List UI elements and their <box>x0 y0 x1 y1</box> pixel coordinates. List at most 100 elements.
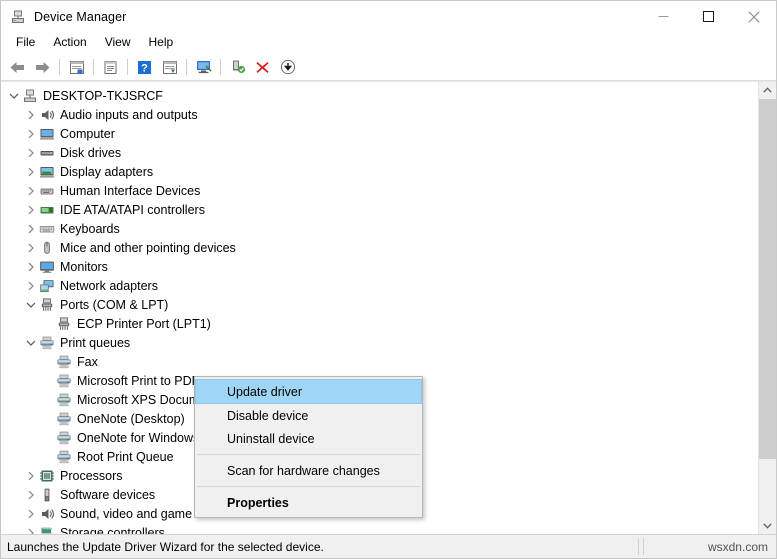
chevron-down-icon[interactable] <box>23 335 39 351</box>
monitor-icon <box>39 259 55 275</box>
ide-controller-icon <box>39 202 55 218</box>
window-controls <box>641 1 776 32</box>
toolbar-separator-5 <box>220 59 221 75</box>
chevron-right-icon[interactable] <box>23 525 39 534</box>
tree-item[interactable]: Print queues <box>1 333 758 352</box>
chevron-right-icon[interactable] <box>23 487 39 503</box>
menu-bar: File Action View Help <box>1 32 776 54</box>
properties-button[interactable] <box>99 56 122 78</box>
chevron-right-icon[interactable] <box>23 145 39 161</box>
tree-item[interactable]: ECP Printer Port (LPT1) <box>1 314 758 333</box>
device-manager-window: Device Manager File Action View Help ? D… <box>0 0 777 559</box>
context-menu[interactable]: Update driver Disable device Uninstall dev… <box>194 376 423 518</box>
title-bar: Device Manager <box>1 1 776 32</box>
tree-item-label: ECP Printer Port (LPT1) <box>77 316 211 331</box>
network-adapter-icon <box>39 278 55 294</box>
context-menu-item[interactable]: Uninstall device <box>196 427 421 450</box>
chevron-right-icon[interactable] <box>23 259 39 275</box>
chevron-right-icon[interactable] <box>23 506 39 522</box>
tree-item[interactable]: Monitors <box>1 257 758 276</box>
chevron-right-icon[interactable] <box>23 107 39 123</box>
menu-help[interactable]: Help <box>140 33 183 53</box>
update-driver-button[interactable] <box>226 56 249 78</box>
scan-hardware-changes-button[interactable] <box>192 56 215 78</box>
context-menu-item[interactable]: Scan for hardware changes <box>196 459 421 482</box>
tree-item[interactable]: Fax <box>1 352 758 371</box>
menu-action[interactable]: Action <box>44 33 95 53</box>
printer-icon <box>56 430 72 446</box>
disk-drive-icon <box>39 145 55 161</box>
menu-view[interactable]: View <box>96 33 140 53</box>
tree-item-label: Storage controllers <box>60 525 165 535</box>
tree-item-label: Keyboards <box>60 221 120 236</box>
chevron-right-icon[interactable] <box>23 183 39 199</box>
toolbar-separator-3 <box>127 59 128 75</box>
back-button[interactable] <box>6 56 29 78</box>
context-menu-item[interactable]: Disable device <box>196 404 421 427</box>
scroll-thumb[interactable] <box>759 99 776 459</box>
tree-item-label: Processors <box>60 468 123 483</box>
tree-item-label: Root Print Queue <box>77 449 174 464</box>
window-title: Device Manager <box>34 9 127 24</box>
chevron-right-icon[interactable] <box>23 126 39 142</box>
tree-item-label: Computer <box>60 126 115 141</box>
mouse-icon <box>39 240 55 256</box>
show-hide-console-tree-button[interactable] <box>65 56 88 78</box>
chevron-right-icon[interactable] <box>23 202 39 218</box>
tree-item[interactable]: Human Interface Devices <box>1 181 758 200</box>
view-list-button[interactable] <box>158 56 181 78</box>
scroll-up-button[interactable] <box>759 82 776 99</box>
tree-item-label: OneNote (Desktop) <box>77 411 185 426</box>
close-button[interactable] <box>731 1 776 32</box>
chevron-down-icon[interactable] <box>23 297 39 313</box>
menu-file[interactable]: File <box>7 33 44 53</box>
context-menu-item[interactable]: Properties <box>196 491 421 514</box>
tree-root-item[interactable]: DESKTOP-TKJSRCF <box>1 86 758 105</box>
tree-item[interactable]: Computer <box>1 124 758 143</box>
tree-item-label: Fax <box>77 354 98 369</box>
keyboard-icon <box>39 221 55 237</box>
tree-item-label: Monitors <box>60 259 108 274</box>
help-button[interactable]: ? <box>133 56 156 78</box>
tree-item[interactable]: Mice and other pointing devices <box>1 238 758 257</box>
forward-button[interactable] <box>31 56 54 78</box>
context-menu-separator <box>197 486 420 487</box>
tree-item[interactable]: Storage controllers <box>1 523 758 534</box>
chevron-right-icon[interactable] <box>23 278 39 294</box>
tree-item-label: Display adapters <box>60 164 154 179</box>
maximize-button[interactable] <box>686 1 731 32</box>
tree-item-label: Disk drives <box>60 145 122 160</box>
watermark: wsxdn.com <box>707 539 768 554</box>
chevron-right-icon[interactable] <box>23 240 39 256</box>
tree-item[interactable]: IDE ATA/ATAPI controllers <box>1 200 758 219</box>
storage-controller-icon <box>39 525 55 534</box>
tree-item[interactable]: Disk drives <box>1 143 758 162</box>
vertical-scrollbar[interactable] <box>758 82 776 534</box>
chevron-right-icon[interactable] <box>23 468 39 484</box>
tree-item-label: Print queues <box>60 335 131 350</box>
uninstall-device-button[interactable] <box>251 56 274 78</box>
minimize-button[interactable] <box>641 1 686 32</box>
disable-device-button[interactable] <box>276 56 299 78</box>
tree-item[interactable]: Ports (COM & LPT) <box>1 295 758 314</box>
context-menu-separator <box>197 454 420 455</box>
status-separator-2 <box>643 538 644 555</box>
chevron-right-icon[interactable] <box>23 221 39 237</box>
status-bar: Launches the Update Driver Wizard for th… <box>1 534 776 558</box>
tree-item[interactable]: Display adapters <box>1 162 758 181</box>
tree-item[interactable]: Audio inputs and outputs <box>1 105 758 124</box>
scroll-track[interactable] <box>759 99 776 517</box>
tree-item[interactable]: Keyboards <box>1 219 758 238</box>
context-menu-item[interactable]: Update driver <box>195 379 422 404</box>
printer-icon <box>56 354 72 370</box>
device-manager-icon <box>10 9 26 25</box>
computer-root-icon <box>22 88 38 104</box>
tree-item[interactable]: Network adapters <box>1 276 758 295</box>
port-icon <box>56 316 72 332</box>
chevron-down-icon[interactable] <box>6 88 22 104</box>
chevron-right-icon[interactable] <box>23 164 39 180</box>
scroll-down-button[interactable] <box>759 517 776 534</box>
